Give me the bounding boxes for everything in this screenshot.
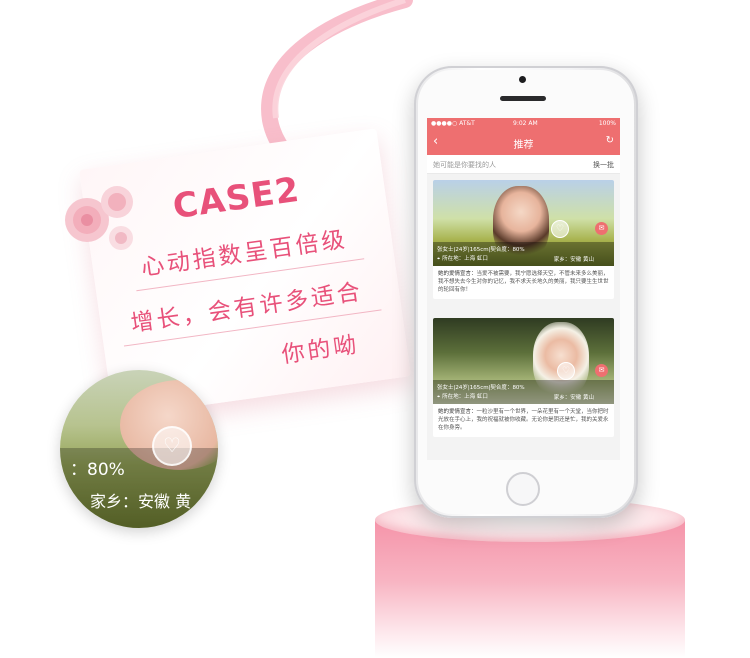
location-text: 所在地：上海 虹口 (442, 256, 488, 262)
battery-text: 100% (598, 120, 616, 127)
heart-icon[interactable]: ♡ (551, 220, 569, 238)
camera-icon (519, 76, 526, 83)
time-text: 9:02 AM (513, 120, 538, 127)
profile-location: ⌖ 所在地：上海 虹口 (437, 392, 488, 401)
refresh-batch-button[interactable]: 换一批 (593, 160, 614, 170)
refresh-icon[interactable]: ↻ (606, 135, 614, 146)
bio-label: 她的爱情宣言： (438, 271, 477, 277)
profile-basic-info: 张女士|24岁|165cm|契合度：80% (437, 385, 525, 391)
mail-icon[interactable]: ✉ (595, 222, 608, 235)
app-screen: ●●●●○ AT&T 9:02 AM 100% ‹ 推荐 ↻ 她可能是你要找的人… (427, 118, 620, 460)
nav-bar: ‹ 推荐 ↻ (427, 129, 620, 155)
profile-photo[interactable]: ♡ ✉ 张女士|24岁|165cm|契合度：80% ⌖ 所在地：上海 虹口 家乡：… (433, 180, 614, 266)
promo-line-3: 你的呦 (280, 331, 361, 369)
location-pin-icon: ⌖ (437, 394, 441, 400)
roses-decoration (65, 186, 133, 250)
recommend-hint-row: 她可能是你要找的人 换一批 (427, 155, 620, 174)
status-bar: ●●●●○ AT&T 9:02 AM 100% (427, 118, 620, 129)
bio-label: 她的爱情宣言： (438, 409, 477, 415)
mail-icon[interactable]: ✉ (595, 364, 608, 377)
profile-photo[interactable]: ♡ ✉ 张女士|24岁|165cm|契合度：80% ⌖ 所在地：上海 虹口 家乡：… (433, 318, 614, 404)
zoom-detail-circle: ♡ ：80% 家乡：安徽 黄 (60, 370, 218, 528)
profile-card[interactable]: ♡ ✉ 张女士|24岁|165cm|契合度：80% ⌖ 所在地：上海 虹口 家乡：… (433, 318, 614, 437)
zoom-hometown-text: 家乡：安徽 黄 (90, 492, 192, 511)
carrier-text: ●●●●○ AT&T (431, 120, 475, 127)
profile-card[interactable]: ♡ ✉ 张女士|24岁|165cm|契合度：80% ⌖ 所在地：上海 虹口 家乡：… (433, 180, 614, 299)
profile-bio: 她的爱情宣言：当爱不被需要，我宁愿选择天空，不管未来多么美丽，我不想失去今生对你… (433, 266, 614, 299)
home-button[interactable] (506, 472, 540, 506)
heart-icon: ♡ (152, 426, 192, 466)
speaker-grille (500, 96, 546, 101)
promo-line-1: 心动指数呈百倍级 (139, 226, 350, 282)
profile-bio: 她的爱情宣言：一粒沙里有一个世界，一朵花里有一个天堂，当你把时光放在手心上，我的… (433, 404, 614, 437)
zoom-match-text: ：80% (70, 460, 125, 480)
page-title: 推荐 (513, 140, 534, 151)
profile-basic-info: 张女士|24岁|165cm|契合度：80% (437, 247, 525, 253)
recommend-hint: 她可能是你要找的人 (433, 161, 496, 169)
profile-location: ⌖ 所在地：上海 虹口 (437, 254, 488, 263)
promo-title: CASE2 (170, 169, 303, 228)
profile-hometown: 家乡：安徽 黄山 (553, 395, 594, 401)
profile-hometown: 家乡：安徽 黄山 (553, 257, 594, 263)
location-pin-icon: ⌖ (437, 256, 441, 262)
location-text: 所在地：上海 虹口 (442, 394, 488, 400)
heart-icon[interactable]: ♡ (557, 362, 575, 380)
